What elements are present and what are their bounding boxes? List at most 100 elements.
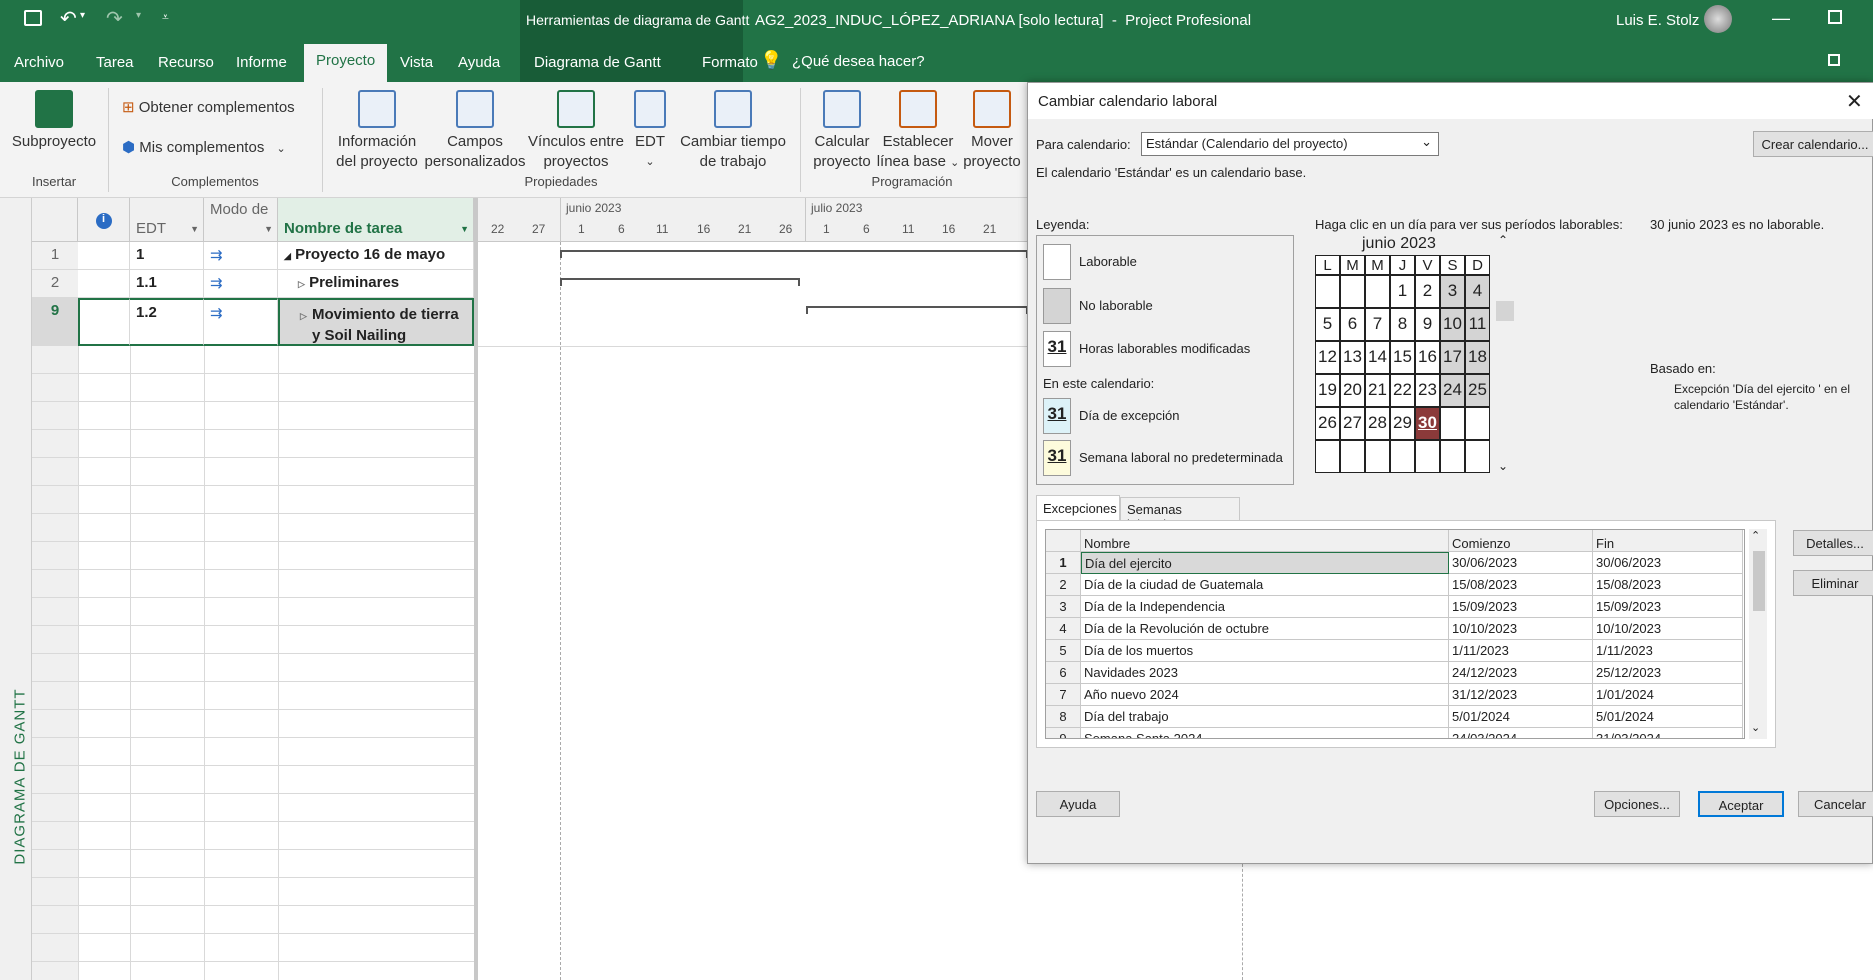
- fin-header[interactable]: Fin: [1593, 530, 1743, 552]
- tab-proyecto[interactable]: Proyecto: [304, 44, 388, 82]
- calendar-day[interactable]: 24: [1440, 374, 1465, 407]
- calendar-day[interactable]: 16: [1415, 341, 1440, 374]
- comienzo-cell[interactable]: 1/11/2023: [1449, 640, 1593, 662]
- comienzo-cell[interactable]: 15/09/2023: [1449, 596, 1593, 618]
- row-number-cell[interactable]: 3: [1046, 596, 1081, 618]
- calendar-day[interactable]: 3: [1440, 275, 1465, 308]
- fin-cell[interactable]: 1/11/2023: [1593, 640, 1743, 662]
- calendar-day[interactable]: 1: [1390, 275, 1415, 308]
- ribbon-display-icon[interactable]: [1828, 54, 1840, 66]
- calendar-day-selected[interactable]: 30: [1415, 407, 1440, 440]
- calendar-day[interactable]: 14: [1365, 341, 1390, 374]
- comienzo-cell[interactable]: 30/06/2023: [1449, 552, 1593, 574]
- row-number[interactable]: 2: [32, 270, 78, 298]
- fin-cell[interactable]: 15/08/2023: [1593, 574, 1743, 596]
- filter-arrow-icon[interactable]: ▼: [264, 224, 273, 234]
- calendar-day[interactable]: 6: [1340, 308, 1365, 341]
- table-row[interactable]: 4 Día de la Revolución de octubre 10/10/20…: [1046, 618, 1744, 640]
- calendar-day[interactable]: 10: [1440, 308, 1465, 341]
- informacion-proyecto-button[interactable]: Información del proyecto: [334, 90, 420, 172]
- fin-cell[interactable]: 10/10/2023: [1593, 618, 1743, 640]
- row-number-header[interactable]: [32, 198, 78, 242]
- nombre-cell[interactable]: Año nuevo 2024: [1081, 684, 1449, 706]
- mis-complementos-button[interactable]: ⬢ Mis complementos ⌄: [122, 138, 286, 159]
- summary-bar[interactable]: [806, 306, 1028, 314]
- calendar-day[interactable]: [1415, 440, 1440, 473]
- tab-vista[interactable]: Vista: [388, 46, 445, 82]
- comienzo-cell[interactable]: 24/12/2023: [1449, 662, 1593, 684]
- nombre-cell[interactable]: Semana Santa 2024: [1081, 728, 1449, 738]
- comienzo-cell[interactable]: 31/12/2023: [1449, 684, 1593, 706]
- collapse-icon[interactable]: ◢: [284, 251, 291, 261]
- calendar-day[interactable]: [1390, 440, 1415, 473]
- calendar-day[interactable]: 2: [1415, 275, 1440, 308]
- comienzo-header[interactable]: Comienzo: [1449, 530, 1593, 552]
- comienzo-cell[interactable]: 24/03/2024: [1449, 728, 1593, 738]
- nombre-header[interactable]: Nombre: [1081, 530, 1449, 552]
- comienzo-cell[interactable]: 10/10/2023: [1449, 618, 1593, 640]
- calendar-day[interactable]: [1340, 440, 1365, 473]
- row-number-cell[interactable]: 6: [1046, 662, 1081, 684]
- calendar-day[interactable]: [1315, 275, 1340, 308]
- modo-column-header[interactable]: Modo de ▼: [204, 198, 278, 242]
- indicator-cell[interactable]: [78, 242, 130, 270]
- edt-cell[interactable]: 1.1: [130, 270, 204, 298]
- calcular-proyecto-button[interactable]: Calcular proyecto: [808, 90, 876, 172]
- calendar-day[interactable]: 8: [1390, 308, 1415, 341]
- opciones-button[interactable]: Opciones...: [1594, 791, 1680, 817]
- calendar-day[interactable]: 18: [1465, 341, 1490, 374]
- calendar-day[interactable]: [1365, 275, 1390, 308]
- calendar-day[interactable]: 12: [1315, 341, 1340, 374]
- undo-icon[interactable]: ↶: [60, 6, 77, 31]
- avatar[interactable]: [1704, 5, 1732, 33]
- indicators-header[interactable]: i: [78, 198, 130, 242]
- subproyecto-button[interactable]: Subproyecto: [8, 90, 100, 152]
- row-number-cell[interactable]: 7: [1046, 684, 1081, 706]
- calendar-day[interactable]: 26: [1315, 407, 1340, 440]
- summary-bar[interactable]: [560, 250, 1028, 258]
- table-row[interactable]: 1 Día del ejercito 30/06/2023 30/06/2023: [1046, 552, 1744, 574]
- tab-semanas-laborales[interactable]: Semanas laborales: [1120, 497, 1240, 532]
- gantt-chart-area[interactable]: [478, 242, 1028, 980]
- row-number-cell[interactable]: 5: [1046, 640, 1081, 662]
- tab-tarea[interactable]: Tarea: [84, 46, 146, 82]
- redo-dropdown-icon[interactable]: ▾: [136, 10, 141, 21]
- calendar-scroll-down-icon[interactable]: ⌄: [1498, 459, 1508, 473]
- calendar-day[interactable]: 25: [1465, 374, 1490, 407]
- row-number[interactable]: 1: [32, 242, 78, 270]
- calendar-day[interactable]: 9: [1415, 308, 1440, 341]
- fin-cell[interactable]: 31/03/2024: [1593, 728, 1743, 738]
- task-mode-cell[interactable]: ⇉: [204, 298, 278, 346]
- table-row[interactable]: 6 Navidades 2023 24/12/2023 25/12/2023: [1046, 662, 1744, 684]
- comienzo-cell[interactable]: 5/01/2024: [1449, 706, 1593, 728]
- tab-recurso[interactable]: Recurso: [146, 46, 226, 82]
- tab-formato[interactable]: Formato: [690, 46, 770, 82]
- nombre-cell[interactable]: Día de la Independencia: [1081, 596, 1449, 618]
- row-number-cell[interactable]: 9: [1046, 728, 1081, 738]
- table-row[interactable]: 2 Día de la ciudad de Guatemala 15/08/2023…: [1046, 574, 1744, 596]
- calendar-day[interactable]: 5: [1315, 308, 1340, 341]
- calendar-select[interactable]: Estándar (Calendario del proyecto) ⌄: [1141, 132, 1439, 156]
- row-number-cell[interactable]: 4: [1046, 618, 1081, 640]
- tab-excepciones[interactable]: Excepciones: [1036, 495, 1120, 521]
- customize-qat-icon[interactable]: ⩡: [162, 10, 169, 25]
- task-mode-cell[interactable]: ⇉: [204, 270, 278, 298]
- nombre-column-header[interactable]: Nombre de tarea ▼: [278, 198, 474, 242]
- calendar-day[interactable]: 11: [1465, 308, 1490, 341]
- close-icon[interactable]: ✕: [1846, 89, 1863, 114]
- nombre-cell[interactable]: Día del trabajo: [1081, 706, 1449, 728]
- minimize-icon[interactable]: —: [1772, 8, 1790, 29]
- calendar-day[interactable]: [1365, 440, 1390, 473]
- table-row[interactable]: 7 Año nuevo 2024 31/12/2023 1/01/2024: [1046, 684, 1744, 706]
- fin-cell[interactable]: 30/06/2023: [1593, 552, 1743, 574]
- save-icon[interactable]: [24, 10, 42, 26]
- obtener-complementos-button[interactable]: ⊞ Obtener complementos: [122, 98, 295, 118]
- tab-informe[interactable]: Informe: [224, 46, 299, 82]
- nombre-cell[interactable]: Día del ejercito: [1081, 552, 1449, 574]
- vinculos-proyectos-button[interactable]: Vínculos entre proyectos: [528, 90, 624, 172]
- calendar-day[interactable]: 28: [1365, 407, 1390, 440]
- expand-icon[interactable]: ▷: [300, 306, 307, 327]
- edt-cell[interactable]: 1.2: [130, 298, 204, 346]
- tab-ayuda[interactable]: Ayuda: [446, 46, 512, 82]
- calendar-day[interactable]: [1340, 275, 1365, 308]
